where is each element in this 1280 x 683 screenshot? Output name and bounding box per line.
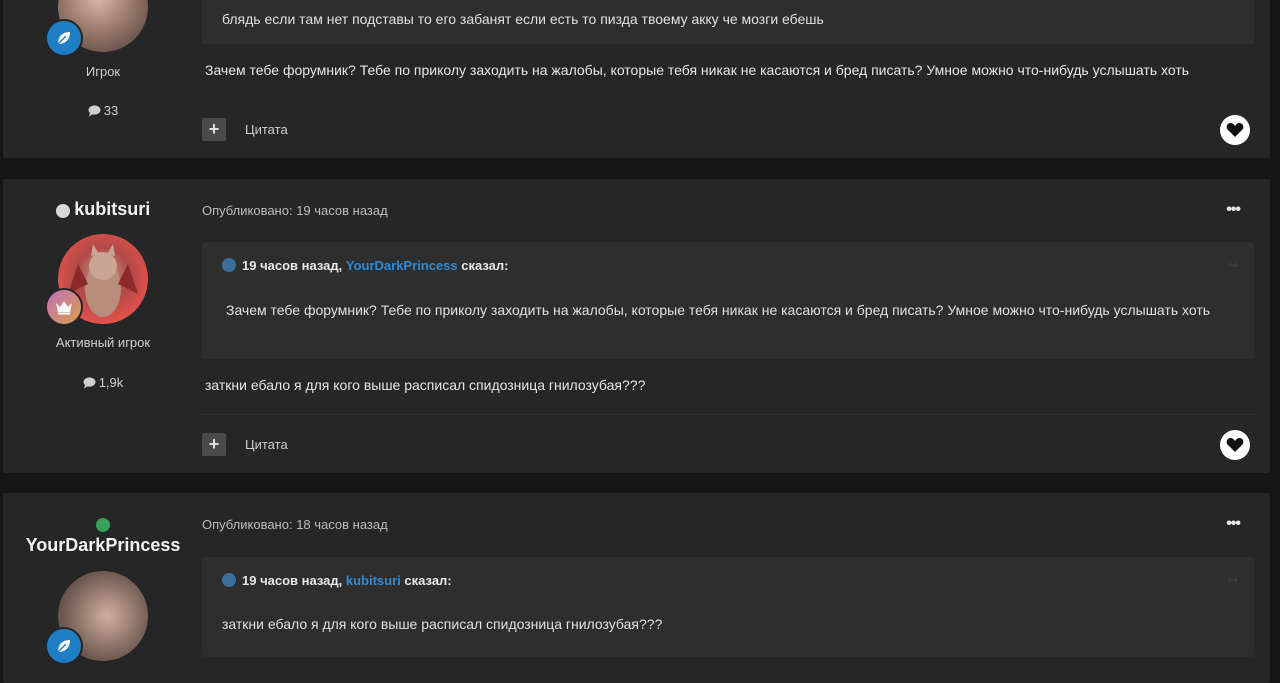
like-button[interactable] [1220,115,1250,145]
post: kubitsuri Активный игрок 1,9k Опубликова… [3,179,1270,473]
multiquote-button[interactable]: + [202,118,226,141]
more-options-button[interactable]: ••• [1226,515,1241,533]
offline-status-icon [55,203,70,218]
post-body: заткни ебало я для кого выше расписал сп… [205,377,646,393]
post-date[interactable]: Опубликовано: 18 часов назад [202,517,388,532]
group-badge [45,627,83,665]
quote-time[interactable]: 19 часов назад, [242,573,342,588]
quote-block: блядь если там нет подставы то его забан… [202,0,1254,44]
quote-check-icon [222,258,236,272]
like-button[interactable] [1220,430,1250,460]
post: YourDarkPrincess Опубликовано: 18 часов … [3,493,1270,683]
group-badge [45,288,83,326]
divider [202,414,1254,415]
go-to-post-icon[interactable]: ↪ [1228,258,1238,272]
quote-user-link[interactable]: YourDarkPrincess [346,258,458,273]
go-to-post-icon[interactable]: ↪ [1228,573,1238,587]
quote-time[interactable]: 19 часов назад, [242,258,342,273]
post-count: 1,9k [3,375,203,390]
quote-said: сказал: [461,258,509,273]
quote-header: 19 часов назад, YourDarkPrincess сказал: [222,258,509,273]
group-title: Активный игрок [55,335,151,350]
comment-icon [88,105,101,117]
heart-icon [1226,438,1244,452]
crown-icon [56,301,72,315]
leaf-icon [57,32,70,45]
comment-icon [83,377,96,389]
group-title: Игрок [85,64,121,79]
quote-text: блядь если там нет подставы то его забан… [222,11,824,27]
quote-check-icon [222,573,236,587]
quote-text: Зачем тебе форумник? Тебе по приколу зах… [226,302,1211,318]
author-name-row: YourDarkPrincess [3,535,203,556]
post-count: 33 [3,103,203,118]
heart-icon [1226,123,1244,137]
author-name[interactable]: YourDarkPrincess [26,535,181,555]
quote-text: заткни ебало я для кого выше расписал сп… [222,616,663,632]
author-status-row [3,516,203,534]
more-options-button[interactable]: ••• [1226,201,1241,219]
multiquote-button[interactable]: + [202,433,226,456]
author-name-row: kubitsuri [3,199,203,220]
quote-button[interactable]: Цитата [245,122,288,137]
quote-button[interactable]: Цитата [245,437,288,452]
post-count-value: 1,9k [98,375,124,390]
leaf-icon [57,640,70,653]
quote-block: 19 часов назад, YourDarkPrincess сказал:… [202,242,1254,359]
quote-header: 19 часов назад, kubitsuri сказал: [222,573,452,588]
quote-user-link[interactable]: kubitsuri [346,573,401,588]
author-name[interactable]: kubitsuri [74,199,150,219]
quote-block: 19 часов назад, kubitsuri сказал: ↪ затк… [202,557,1254,657]
post-body: Зачем тебе форумник? Тебе по приколу зах… [205,62,1190,78]
group-badge [45,19,83,57]
post: Игрок 33 блядь если там нет подставы то … [3,0,1270,158]
quote-said: сказал: [404,573,452,588]
online-status-icon [96,517,110,532]
post-count-value: 33 [103,103,119,118]
post-date[interactable]: Опубликовано: 19 часов назад [202,203,388,218]
